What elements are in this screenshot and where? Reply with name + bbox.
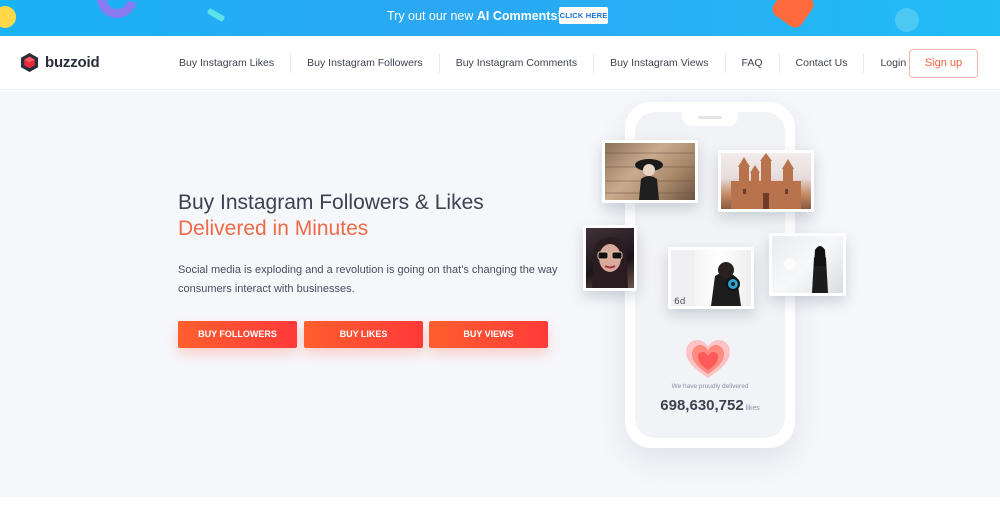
- likes-counter: 698,630,752 likes: [626, 397, 794, 415]
- photo-woman-white: [769, 233, 846, 296]
- buy-views-button[interactable]: BUY VIEWS: [429, 321, 548, 348]
- nav-faq[interactable]: FAQ: [726, 53, 780, 73]
- woman-white-room-icon: [784, 246, 828, 293]
- hero-description: Social media is exploding and a revoluti…: [178, 264, 558, 295]
- promo-banner: Try out our new AI Comments! CLICK HERE: [0, 0, 1000, 36]
- page-bottom: [0, 497, 1000, 513]
- nav-links: Buy Instagram Likes Buy Instagram Follow…: [163, 36, 922, 90]
- hero-section: Buy Instagram Followers & Likes Delivere…: [0, 91, 1000, 497]
- promo-text: Try out our new AI Comments!: [387, 9, 561, 23]
- buy-likes-button[interactable]: BUY LIKES: [304, 321, 423, 348]
- woman-hat-icon: [605, 152, 695, 200]
- nav-buy-views[interactable]: Buy Instagram Views: [594, 53, 726, 73]
- click-here-button[interactable]: CLICK HERE: [559, 7, 608, 24]
- phone-notch: [682, 112, 738, 126]
- promo-text-prefix: Try out our new: [387, 9, 477, 23]
- nav-buy-followers[interactable]: Buy Instagram Followers: [291, 53, 440, 73]
- woman-camera-icon: 6d: [671, 250, 741, 306]
- likes-count: 698,630,752: [660, 397, 744, 414]
- decorative-dot: [0, 6, 16, 28]
- svg-text:6d: 6d: [674, 297, 685, 306]
- delivered-label: We have proudly delivered: [671, 383, 749, 390]
- decorative-circle: [895, 8, 919, 32]
- decorative-bar: [206, 7, 226, 23]
- cube-logo-icon: [20, 53, 39, 72]
- buy-followers-button[interactable]: BUY FOLLOWERS: [178, 321, 297, 348]
- promo-text-highlight: AI Comments: [476, 9, 558, 23]
- heart-icon: [686, 340, 730, 378]
- decorative-shape: [769, 0, 817, 31]
- hero-subtitle: Delivered in Minutes: [178, 217, 369, 240]
- photo-woman-wood-wall: [602, 140, 698, 203]
- nav-buy-likes[interactable]: Buy Instagram Likes: [163, 53, 292, 73]
- hero-title: Buy Instagram Followers & Likes: [178, 191, 484, 214]
- photo-woman-camera: 6d: [668, 247, 754, 309]
- sign-up-button[interactable]: Sign up: [909, 49, 978, 78]
- photo-castle: [718, 150, 814, 212]
- nav-buy-comments[interactable]: Buy Instagram Comments: [440, 53, 595, 73]
- brand-name: buzzoid: [45, 54, 100, 71]
- woman-glasses-icon: [592, 237, 628, 288]
- navbar: buzzoid Buy Instagram Likes Buy Instagra…: [0, 36, 1000, 90]
- phone-speaker: [698, 116, 722, 119]
- photo-woman-glasses: [583, 225, 637, 291]
- nav-contact-us[interactable]: Contact Us: [780, 53, 865, 73]
- likes-unit: likes: [745, 405, 760, 412]
- logo[interactable]: buzzoid: [20, 52, 100, 73]
- castle-icon: [731, 153, 801, 209]
- decorative-arc: [89, 0, 145, 26]
